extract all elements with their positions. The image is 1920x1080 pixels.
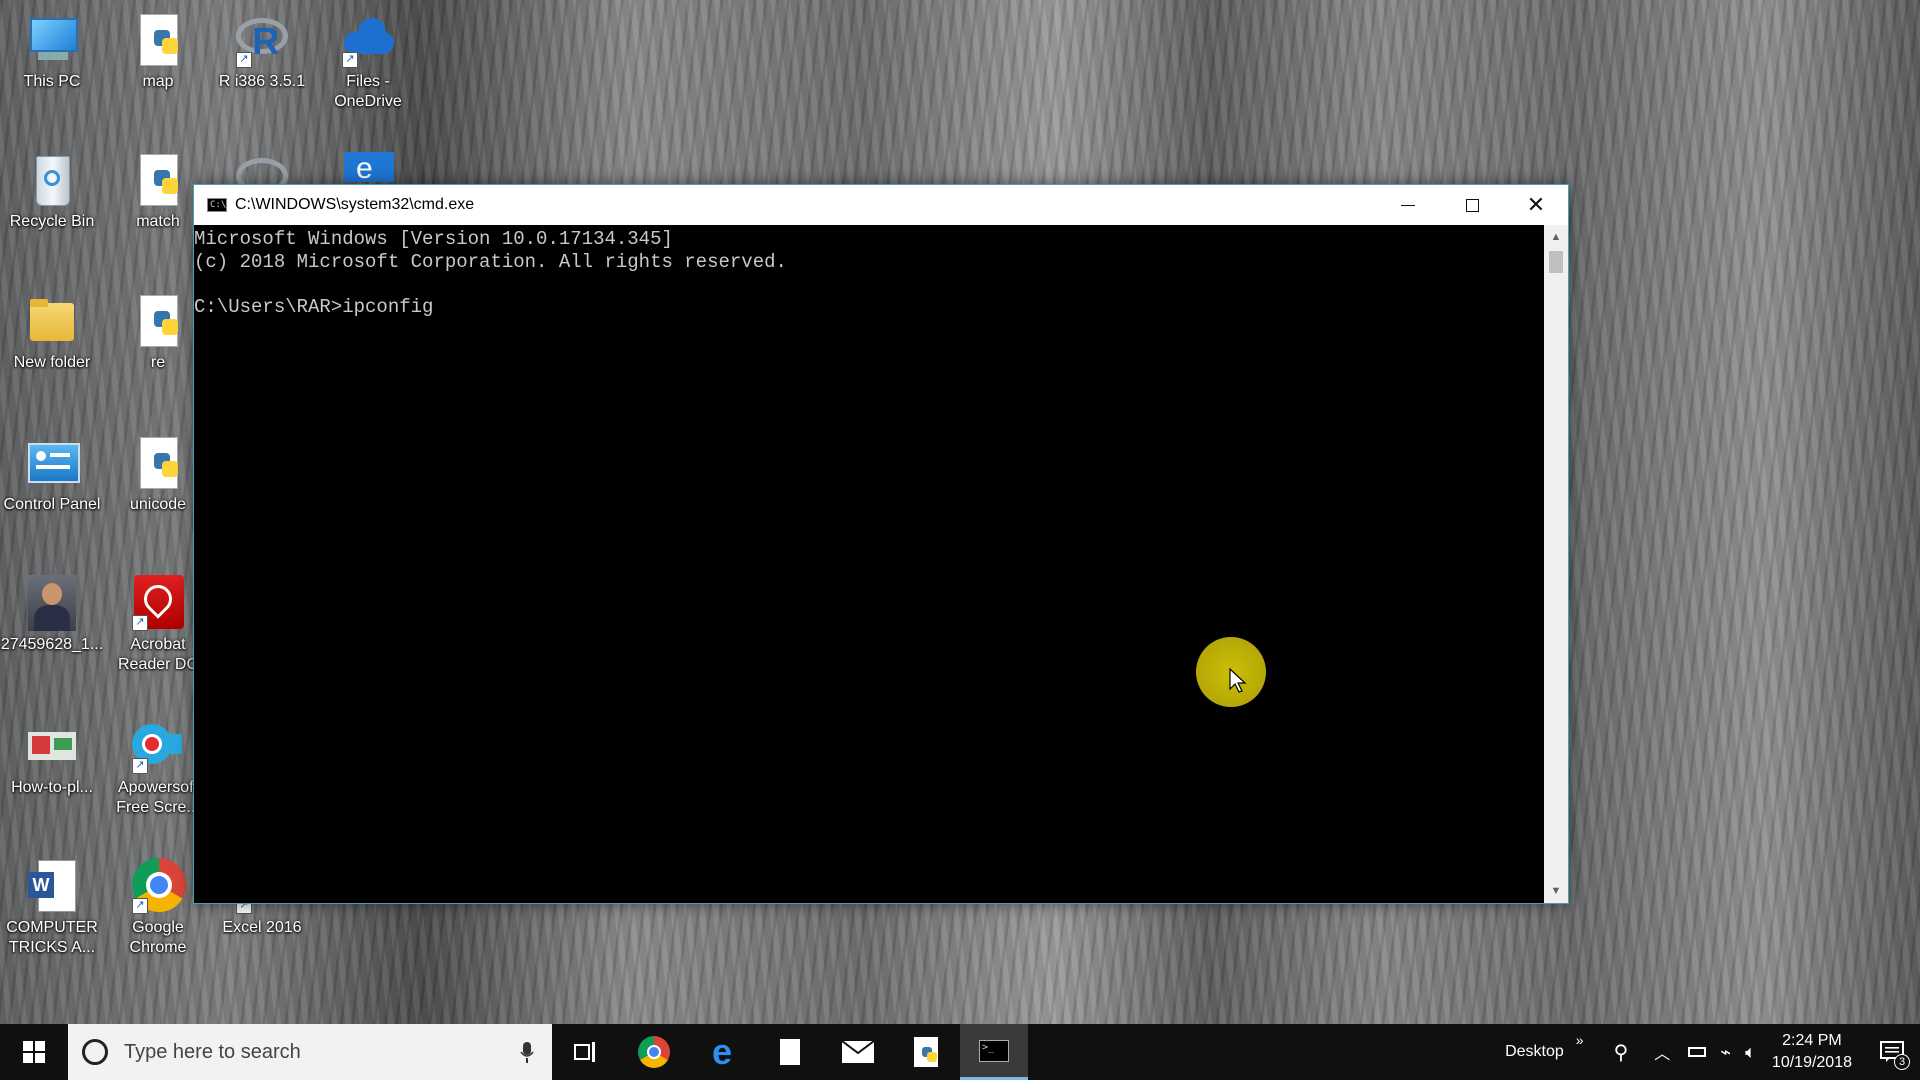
scroll-up-arrow-icon[interactable]: ▲: [1544, 225, 1568, 249]
python-file-icon: [914, 1037, 938, 1067]
taskbar-chrome[interactable]: [620, 1024, 688, 1080]
desktop-icon-label: How-to-pl...: [11, 779, 93, 796]
python-file-icon: [130, 435, 186, 491]
start-button[interactable]: [0, 1024, 68, 1080]
desktop-icon-r[interactable]: R ↗ R i386 3.5.1: [210, 12, 314, 92]
desktop-icon-label: New folder: [13, 354, 91, 371]
r-language-icon: R ↗: [234, 12, 290, 68]
desktop-icon-label: COMPUTER TRICKS A...: [6, 919, 98, 956]
toolbar-expand-icon[interactable]: »: [1576, 1032, 1584, 1048]
acrobat-icon: ↗: [130, 575, 186, 631]
taskbar-file[interactable]: [756, 1024, 824, 1080]
maximize-button[interactable]: [1440, 185, 1504, 225]
folder-icon: [24, 293, 80, 349]
desktop-icon-photo[interactable]: 27459628_1...: [0, 575, 104, 655]
close-button[interactable]: ✕: [1504, 185, 1568, 225]
notification-count-badge: 3: [1894, 1054, 1910, 1070]
scrollbar-thumb[interactable]: [1549, 251, 1563, 273]
computer-icon: [24, 12, 80, 68]
taskbar-python[interactable]: [892, 1024, 960, 1080]
cortana-circle-icon: [82, 1039, 108, 1065]
scroll-down-arrow-icon[interactable]: ▼: [1544, 879, 1568, 903]
clock-time: 2:24 PM: [1782, 1032, 1842, 1049]
battery-icon[interactable]: [1688, 1047, 1707, 1057]
desktop-icon-label: R i386 3.5.1: [218, 73, 306, 90]
desktop-icon-new-folder[interactable]: New folder: [0, 293, 104, 373]
photo-thumbnail-icon: [24, 575, 80, 631]
mail-icon: [841, 1040, 875, 1063]
recycle-bin-icon: [24, 152, 80, 208]
desktop-icon-recycle-bin[interactable]: Recycle Bin: [0, 152, 104, 232]
desktop-icon-label: Excel 2016: [222, 919, 302, 936]
console-output[interactable]: Microsoft Windows [Version 10.0.17134.34…: [194, 225, 1544, 903]
desktop-icon-label: Recycle Bin: [9, 213, 95, 230]
maximize-icon: [1465, 198, 1479, 212]
edge-icon: e: [711, 1031, 733, 1072]
document-icon: [780, 1039, 800, 1065]
clock[interactable]: 2:24 PM 10/19/2018: [1772, 1030, 1852, 1074]
desktop-icon-computer-tricks[interactable]: W COMPUTER TRICKS A...: [0, 858, 104, 958]
onedrive-cloud-icon: ↗: [340, 12, 396, 68]
show-hidden-icons-chevron-up-icon[interactable]: ︿: [1654, 1040, 1670, 1064]
cmd-title-bar[interactable]: C:\ C:\WINDOWS\system32\cmd.exe ✕: [194, 185, 1568, 225]
desktop-toolbar-label[interactable]: Desktop: [1505, 1043, 1564, 1061]
desktop-icon-label: This PC: [23, 73, 81, 90]
vertical-scrollbar[interactable]: ▲ ▼: [1544, 225, 1568, 903]
search-placeholder: Type here to search: [124, 1040, 301, 1063]
minimize-button[interactable]: [1376, 185, 1440, 225]
close-icon: ✕: [1526, 192, 1546, 217]
python-file-icon: [130, 293, 186, 349]
search-box[interactable]: Type here to search: [68, 1024, 552, 1080]
chrome-icon: [638, 1036, 670, 1068]
console-line: Microsoft Windows [Version 10.0.17134.34…: [194, 228, 673, 250]
word-document-icon: W: [24, 858, 80, 914]
minimize-icon: [1401, 204, 1415, 206]
taskbar: Type here to search e >_ Desktop » ⚲ ︿ ⌁…: [0, 1024, 1920, 1080]
cmd-icon: >_: [979, 1039, 1009, 1062]
document-thumbnail-icon: [24, 718, 80, 774]
task-view-icon: [574, 1042, 595, 1062]
windows-logo-icon: [23, 1041, 45, 1063]
task-view-button[interactable]: [552, 1024, 620, 1080]
volume-icon[interactable]: 🔈︎: [1745, 1042, 1756, 1063]
desktop-icon-label: Files - OneDrive: [334, 73, 402, 110]
mouse-pointer-icon: [1229, 668, 1247, 693]
desktop-icon-label: 27459628_1...: [0, 636, 104, 653]
window-title: C:\WINDOWS\system32\cmd.exe: [235, 196, 475, 213]
desktop-icon-control-panel[interactable]: Control Panel: [0, 435, 104, 515]
desktop-icon-onedrive[interactable]: ↗ Files - OneDrive: [316, 12, 420, 112]
people-icon[interactable]: ⚲: [1614, 1040, 1629, 1065]
desktop-icon-map[interactable]: map: [106, 12, 210, 92]
action-center-button[interactable]: 3: [1872, 1024, 1912, 1080]
desktop-icon-label: Google Chrome: [129, 919, 187, 956]
chrome-icon: ↗: [130, 858, 186, 914]
microphone-icon[interactable]: [520, 1042, 534, 1064]
clock-date: 10/19/2018: [1771, 1054, 1852, 1071]
desktop-icon-how-to[interactable]: How-to-pl...: [0, 718, 104, 798]
python-file-icon: [130, 12, 186, 68]
screen-recorder-icon: ↗: [130, 718, 186, 774]
desktop-icon-label: map: [142, 73, 174, 90]
taskbar-mail[interactable]: [824, 1024, 892, 1080]
taskbar-cmd-active[interactable]: >_: [960, 1024, 1028, 1080]
cmd-window[interactable]: C:\ C:\WINDOWS\system32\cmd.exe ✕ Micros…: [193, 184, 1569, 904]
console-line: (c) 2018 Microsoft Corporation. All righ…: [194, 250, 787, 273]
desktop-icon-label: Control Panel: [3, 496, 101, 513]
control-panel-icon: [24, 435, 80, 491]
desktop-icon-this-pc[interactable]: This PC: [0, 12, 104, 92]
network-icon[interactable]: ⌁: [1720, 1042, 1731, 1063]
cmd-app-icon: C:\: [207, 198, 227, 212]
console-prompt-line: C:\Users\RAR>ipconfig: [194, 295, 434, 318]
taskbar-edge[interactable]: e: [688, 1024, 756, 1080]
python-file-icon: [130, 152, 186, 208]
